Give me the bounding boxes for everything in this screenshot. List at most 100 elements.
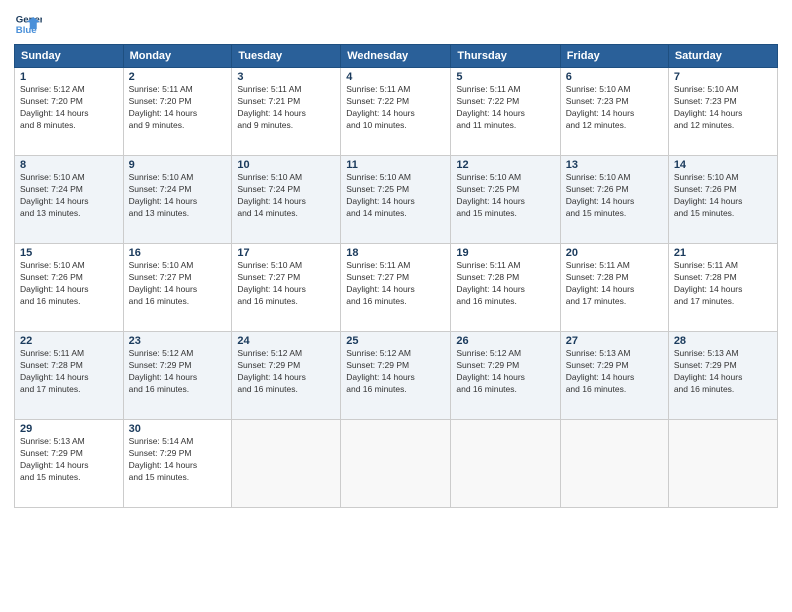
day-number: 5 [456, 71, 554, 83]
day-number: 2 [129, 71, 227, 83]
day-info: Sunrise: 5:13 AM Sunset: 7:29 PM Dayligh… [20, 436, 118, 484]
calendar-cell: 11 Sunrise: 5:10 AM Sunset: 7:25 PM Dayl… [341, 156, 451, 244]
day-info: Sunrise: 5:13 AM Sunset: 7:29 PM Dayligh… [674, 348, 772, 396]
calendar-cell: 27 Sunrise: 5:13 AM Sunset: 7:29 PM Dayl… [560, 332, 668, 420]
day-info: Sunrise: 5:10 AM Sunset: 7:27 PM Dayligh… [237, 260, 335, 308]
calendar-cell: 8 Sunrise: 5:10 AM Sunset: 7:24 PM Dayli… [15, 156, 124, 244]
day-info: Sunrise: 5:12 AM Sunset: 7:29 PM Dayligh… [237, 348, 335, 396]
day-info: Sunrise: 5:10 AM Sunset: 7:23 PM Dayligh… [674, 84, 772, 132]
day-info: Sunrise: 5:10 AM Sunset: 7:26 PM Dayligh… [20, 260, 118, 308]
calendar-cell: 2 Sunrise: 5:11 AM Sunset: 7:20 PM Dayli… [123, 68, 232, 156]
day-info: Sunrise: 5:12 AM Sunset: 7:29 PM Dayligh… [456, 348, 554, 396]
calendar-table: Sunday Monday Tuesday Wednesday Thursday… [14, 44, 778, 508]
day-info: Sunrise: 5:11 AM Sunset: 7:22 PM Dayligh… [346, 84, 445, 132]
calendar-cell: 23 Sunrise: 5:12 AM Sunset: 7:29 PM Dayl… [123, 332, 232, 420]
day-number: 22 [20, 335, 118, 347]
calendar-cell: 1 Sunrise: 5:12 AM Sunset: 7:20 PM Dayli… [15, 68, 124, 156]
day-info: Sunrise: 5:11 AM Sunset: 7:20 PM Dayligh… [129, 84, 227, 132]
col-sunday: Sunday [15, 45, 124, 68]
calendar-cell: 18 Sunrise: 5:11 AM Sunset: 7:27 PM Dayl… [341, 244, 451, 332]
page-header: General Blue [14, 10, 778, 38]
day-info: Sunrise: 5:10 AM Sunset: 7:24 PM Dayligh… [237, 172, 335, 220]
day-info: Sunrise: 5:11 AM Sunset: 7:28 PM Dayligh… [566, 260, 663, 308]
calendar-cell [668, 420, 777, 508]
day-number: 23 [129, 335, 227, 347]
day-number: 6 [566, 71, 663, 83]
day-number: 3 [237, 71, 335, 83]
calendar-cell: 30 Sunrise: 5:14 AM Sunset: 7:29 PM Dayl… [123, 420, 232, 508]
calendar-cell: 29 Sunrise: 5:13 AM Sunset: 7:29 PM Dayl… [15, 420, 124, 508]
day-number: 18 [346, 247, 445, 259]
day-info: Sunrise: 5:11 AM Sunset: 7:27 PM Dayligh… [346, 260, 445, 308]
day-info: Sunrise: 5:13 AM Sunset: 7:29 PM Dayligh… [566, 348, 663, 396]
calendar-cell: 10 Sunrise: 5:10 AM Sunset: 7:24 PM Dayl… [232, 156, 341, 244]
day-info: Sunrise: 5:10 AM Sunset: 7:23 PM Dayligh… [566, 84, 663, 132]
day-number: 30 [129, 423, 227, 435]
calendar-cell: 22 Sunrise: 5:11 AM Sunset: 7:28 PM Dayl… [15, 332, 124, 420]
calendar-cell: 15 Sunrise: 5:10 AM Sunset: 7:26 PM Dayl… [15, 244, 124, 332]
day-number: 12 [456, 159, 554, 171]
col-wednesday: Wednesday [341, 45, 451, 68]
calendar-week-2: 8 Sunrise: 5:10 AM Sunset: 7:24 PM Dayli… [15, 156, 778, 244]
calendar-cell: 5 Sunrise: 5:11 AM Sunset: 7:22 PM Dayli… [451, 68, 560, 156]
calendar-cell [560, 420, 668, 508]
day-number: 13 [566, 159, 663, 171]
day-number: 24 [237, 335, 335, 347]
calendar-cell: 16 Sunrise: 5:10 AM Sunset: 7:27 PM Dayl… [123, 244, 232, 332]
day-info: Sunrise: 5:11 AM Sunset: 7:21 PM Dayligh… [237, 84, 335, 132]
day-number: 14 [674, 159, 772, 171]
day-number: 25 [346, 335, 445, 347]
logo: General Blue [14, 10, 42, 38]
day-number: 19 [456, 247, 554, 259]
day-number: 15 [20, 247, 118, 259]
logo-icon: General Blue [14, 10, 42, 38]
day-number: 4 [346, 71, 445, 83]
day-number: 7 [674, 71, 772, 83]
svg-text:General: General [16, 14, 42, 25]
calendar-header-row: Sunday Monday Tuesday Wednesday Thursday… [15, 45, 778, 68]
calendar-week-4: 22 Sunrise: 5:11 AM Sunset: 7:28 PM Dayl… [15, 332, 778, 420]
day-info: Sunrise: 5:10 AM Sunset: 7:27 PM Dayligh… [129, 260, 227, 308]
calendar-week-3: 15 Sunrise: 5:10 AM Sunset: 7:26 PM Dayl… [15, 244, 778, 332]
day-info: Sunrise: 5:14 AM Sunset: 7:29 PM Dayligh… [129, 436, 227, 484]
day-number: 16 [129, 247, 227, 259]
calendar-cell: 20 Sunrise: 5:11 AM Sunset: 7:28 PM Dayl… [560, 244, 668, 332]
day-info: Sunrise: 5:11 AM Sunset: 7:22 PM Dayligh… [456, 84, 554, 132]
day-number: 8 [20, 159, 118, 171]
day-number: 1 [20, 71, 118, 83]
day-number: 29 [20, 423, 118, 435]
calendar-cell: 19 Sunrise: 5:11 AM Sunset: 7:28 PM Dayl… [451, 244, 560, 332]
calendar-cell: 9 Sunrise: 5:10 AM Sunset: 7:24 PM Dayli… [123, 156, 232, 244]
calendar-cell: 14 Sunrise: 5:10 AM Sunset: 7:26 PM Dayl… [668, 156, 777, 244]
day-number: 11 [346, 159, 445, 171]
day-info: Sunrise: 5:12 AM Sunset: 7:29 PM Dayligh… [129, 348, 227, 396]
day-info: Sunrise: 5:10 AM Sunset: 7:25 PM Dayligh… [456, 172, 554, 220]
calendar-cell: 25 Sunrise: 5:12 AM Sunset: 7:29 PM Dayl… [341, 332, 451, 420]
day-info: Sunrise: 5:10 AM Sunset: 7:24 PM Dayligh… [129, 172, 227, 220]
calendar-cell: 4 Sunrise: 5:11 AM Sunset: 7:22 PM Dayli… [341, 68, 451, 156]
col-thursday: Thursday [451, 45, 560, 68]
day-info: Sunrise: 5:12 AM Sunset: 7:29 PM Dayligh… [346, 348, 445, 396]
calendar-cell: 6 Sunrise: 5:10 AM Sunset: 7:23 PM Dayli… [560, 68, 668, 156]
calendar-cell: 17 Sunrise: 5:10 AM Sunset: 7:27 PM Dayl… [232, 244, 341, 332]
calendar-cell: 26 Sunrise: 5:12 AM Sunset: 7:29 PM Dayl… [451, 332, 560, 420]
day-info: Sunrise: 5:10 AM Sunset: 7:26 PM Dayligh… [566, 172, 663, 220]
calendar-week-1: 1 Sunrise: 5:12 AM Sunset: 7:20 PM Dayli… [15, 68, 778, 156]
day-number: 28 [674, 335, 772, 347]
col-friday: Friday [560, 45, 668, 68]
day-number: 10 [237, 159, 335, 171]
day-info: Sunrise: 5:11 AM Sunset: 7:28 PM Dayligh… [674, 260, 772, 308]
calendar-cell: 28 Sunrise: 5:13 AM Sunset: 7:29 PM Dayl… [668, 332, 777, 420]
calendar-week-5: 29 Sunrise: 5:13 AM Sunset: 7:29 PM Dayl… [15, 420, 778, 508]
calendar-cell: 3 Sunrise: 5:11 AM Sunset: 7:21 PM Dayli… [232, 68, 341, 156]
col-tuesday: Tuesday [232, 45, 341, 68]
calendar-cell: 12 Sunrise: 5:10 AM Sunset: 7:25 PM Dayl… [451, 156, 560, 244]
calendar-cell: 24 Sunrise: 5:12 AM Sunset: 7:29 PM Dayl… [232, 332, 341, 420]
calendar-cell [341, 420, 451, 508]
col-monday: Monday [123, 45, 232, 68]
day-number: 17 [237, 247, 335, 259]
calendar-cell: 21 Sunrise: 5:11 AM Sunset: 7:28 PM Dayl… [668, 244, 777, 332]
day-info: Sunrise: 5:10 AM Sunset: 7:24 PM Dayligh… [20, 172, 118, 220]
calendar-cell [232, 420, 341, 508]
calendar-cell: 7 Sunrise: 5:10 AM Sunset: 7:23 PM Dayli… [668, 68, 777, 156]
